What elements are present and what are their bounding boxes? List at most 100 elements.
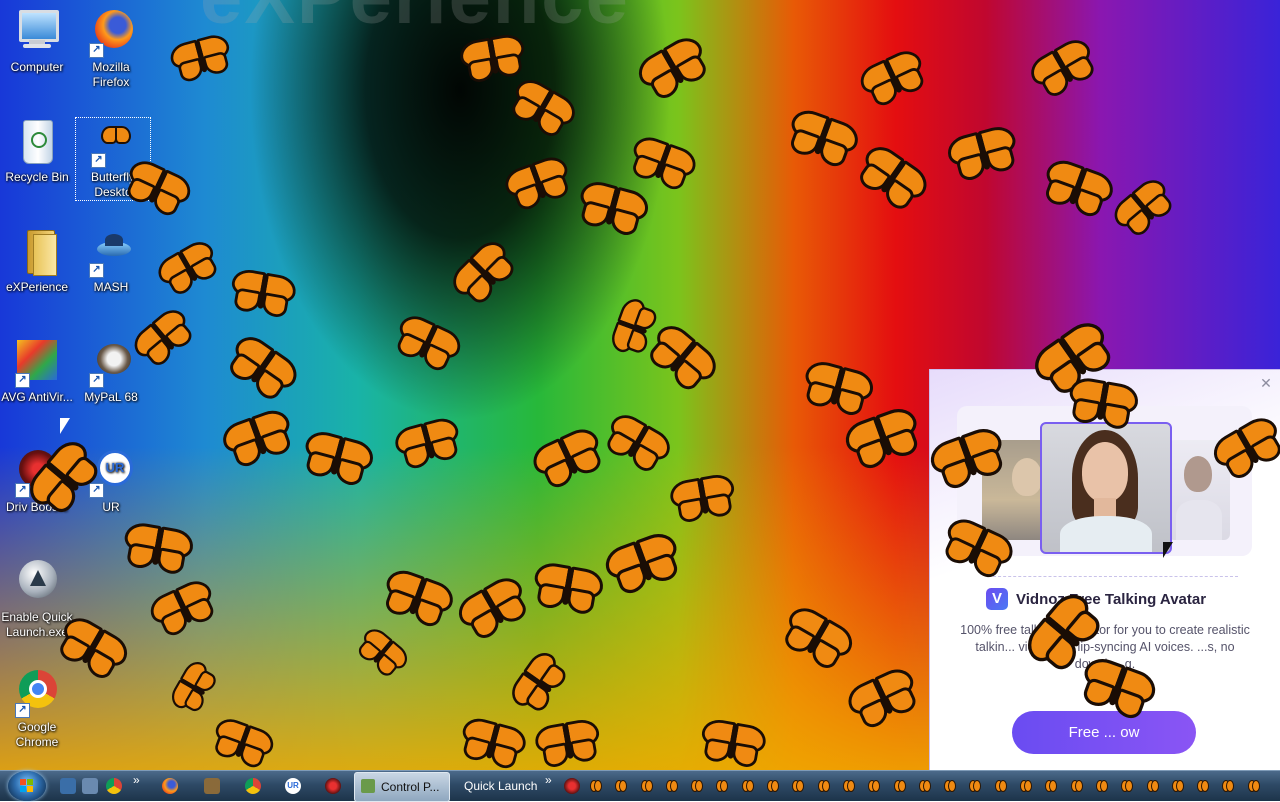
desktop: eXPerience Computer Recycle Bin eXPerien… (0, 0, 1280, 770)
butterfly-tray-icon[interactable] (615, 780, 627, 792)
explorer-icon[interactable] (82, 778, 98, 794)
butterfly-tray-icon[interactable] (1248, 780, 1260, 792)
butterfly-tray-icon[interactable] (1197, 780, 1209, 792)
free-try-now-button[interactable]: Free ... ow (1012, 711, 1196, 754)
butterfly-sprite (227, 263, 299, 321)
butterfly-sprite (298, 423, 378, 490)
butterfly-tray-icon[interactable] (767, 780, 779, 792)
icon-label: MyPaL 68 (84, 390, 138, 404)
butterfly-sprite (220, 326, 306, 407)
icon-label: Recycle Bin (5, 170, 69, 184)
butterfly-sprite (598, 405, 678, 478)
desktop-icon-mozilla-firefox[interactable]: ↗ Mozilla Firefox (74, 8, 148, 90)
butterfly-icon: ↗ (89, 118, 137, 168)
mouse-cursor-icon (1163, 542, 1173, 558)
butterfly-sprite (854, 42, 932, 112)
butterfly-sprite (532, 713, 604, 770)
butterfly-tray-icon[interactable] (969, 780, 981, 792)
toolbar-chevron[interactable]: » (545, 773, 552, 787)
desktop-icon-enable-quick-launch[interactable]: Enable Quick Launch.exe (0, 558, 74, 640)
butterfly-tray-icon[interactable] (995, 780, 1007, 792)
icon-label: eXPerience (5, 280, 69, 294)
butterfly-tray-icon[interactable] (1096, 780, 1108, 792)
desktop-icon-mash[interactable]: ↗ MASH (74, 228, 148, 295)
butterfly-tray-icon[interactable] (1222, 780, 1234, 792)
butterfly-tray-icon[interactable] (818, 780, 830, 792)
desktop-icon-recycle-bin[interactable]: Recycle Bin (0, 118, 74, 185)
wallpaper-wordmark: eXPerience (200, 0, 630, 41)
desktop-icon-mypal[interactable]: ↗ MyPaL 68 (74, 338, 148, 405)
desktop-icon-computer[interactable]: Computer (0, 8, 74, 75)
butterfly-sprite (120, 516, 197, 578)
butterfly-tray-icon[interactable] (1045, 780, 1057, 792)
desktop-icon-driver-booster[interactable]: ↗ Driv Booste (0, 448, 74, 515)
driver-booster-tray-icon[interactable] (564, 778, 580, 794)
butterfly-sprite (798, 353, 878, 420)
desktop-icon-ur[interactable]: UR ↗ UR (74, 448, 148, 515)
taskbar-window-control-panel[interactable]: Control P... (354, 772, 450, 802)
avg-icon: ↗ (13, 338, 61, 388)
start-button[interactable] (8, 771, 46, 801)
butterfly-tray-icon[interactable] (843, 780, 855, 792)
butterfly-tray-icon[interactable] (691, 780, 703, 792)
chrome-icon[interactable] (106, 778, 122, 794)
close-icon[interactable]: ✕ (1259, 376, 1273, 390)
butterfly-app-icon[interactable] (204, 778, 220, 794)
butterfly-tray-icon[interactable] (868, 780, 880, 792)
butterfly-sprite (456, 711, 531, 770)
butterfly-tray-icon[interactable] (742, 780, 754, 792)
butterfly-sprite (599, 524, 687, 600)
brand-row: V Vidnoz Free Talking Avatar (986, 588, 1206, 610)
quick-launch-icon (13, 558, 61, 606)
butterfly-tray-icon[interactable] (1121, 780, 1133, 792)
butterfly-tray-icon[interactable] (1071, 780, 1083, 792)
butterfly-tray-icon[interactable] (1020, 780, 1032, 792)
avatar-main-woman[interactable] (1040, 422, 1172, 554)
popup-title: Vidnoz Free Talking Avatar (1016, 590, 1207, 608)
recycle-bin-icon (13, 118, 61, 166)
butterfly-sprite (573, 173, 653, 240)
desktop-icon-butterfly-desktop[interactable]: ↗ Butterfly Deskto (75, 117, 151, 201)
butterfly-sprite (450, 568, 535, 647)
avatar-thumbnail-man (1168, 440, 1230, 540)
popup-description: 100% free talki... generator for you to … (960, 623, 1250, 671)
butterfly-tray-icon[interactable] (1172, 780, 1184, 792)
icon-label: MASH (93, 280, 129, 294)
butterfly-sprite (1023, 30, 1103, 103)
butterfly-tray-icon[interactable] (944, 780, 956, 792)
desktop-icon-experience[interactable]: eXPerience (0, 228, 74, 295)
quick-launch-chevron[interactable]: » (133, 773, 140, 787)
butterfly-sprite (503, 645, 574, 719)
toolbar-label: Quick Launch (464, 779, 538, 793)
butterfly-tray-icon[interactable] (1147, 780, 1159, 792)
firefox-icon[interactable] (162, 778, 178, 794)
butterfly-sprite (625, 129, 702, 196)
butterfly-tray-icon[interactable] (894, 780, 906, 792)
butterfly-sprite (839, 399, 927, 475)
butterfly-tray-icon[interactable] (919, 780, 931, 792)
butterfly-sprite (530, 556, 607, 618)
butterfly-sprite (640, 315, 726, 398)
shortcut-arrow-icon: ↗ (89, 263, 104, 278)
chrome-taskbar-icon[interactable] (245, 778, 261, 794)
icon-label: Mozilla Firefox (92, 60, 130, 89)
butterfly-tray-icon[interactable] (666, 780, 678, 792)
quick-launch-toolbar[interactable]: Quick Launch (456, 772, 546, 800)
ur-browser-icon[interactable]: UR (285, 778, 301, 794)
butterfly-tray-icon[interactable] (716, 780, 728, 792)
shortcut-arrow-icon: ↗ (89, 373, 104, 388)
desktop-icon-google-chrome[interactable]: ↗ Google Chrome (0, 668, 74, 750)
audio-waveform (988, 566, 1238, 577)
taskbar-window-label: Control P... (381, 780, 440, 794)
butterfly-sprite (377, 561, 459, 633)
driver-booster-icon[interactable] (325, 778, 341, 794)
butterfly-tray-icon[interactable] (641, 780, 653, 792)
desktop-icon-avg[interactable]: ↗ AVG AntiVir... (0, 338, 74, 405)
butterfly-tray-icon[interactable] (792, 780, 804, 792)
butterfly-sprite (604, 294, 661, 360)
taskbar: » UR Control P... Quick Launch » (0, 770, 1280, 802)
shortcut-arrow-icon: ↗ (15, 483, 30, 498)
butterfly-tray-icon[interactable] (590, 780, 602, 792)
show-desktop-icon[interactable] (60, 778, 76, 794)
ur-browser-icon: UR ↗ (87, 448, 135, 498)
